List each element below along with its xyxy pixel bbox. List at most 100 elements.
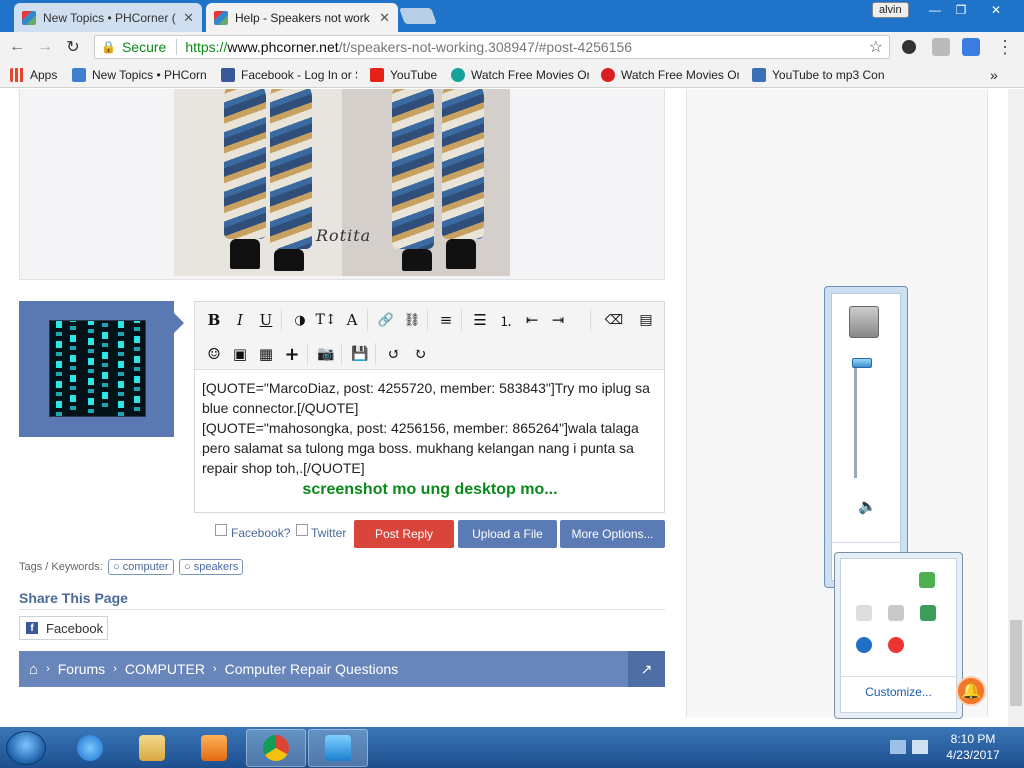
- font-size-button[interactable]: T↕: [314, 309, 338, 331]
- download-extension-icon[interactable]: [902, 40, 916, 54]
- profile-user-badge[interactable]: alvin: [872, 2, 909, 18]
- start-button[interactable]: [6, 731, 46, 765]
- eraser-icon[interactable]: ⌫: [602, 309, 626, 331]
- file-explorer-icon[interactable]: [122, 729, 182, 767]
- align-icon[interactable]: ≡: [434, 309, 458, 331]
- app-tray-icon[interactable]: [856, 637, 872, 653]
- bookmarks-overflow-button[interactable]: »: [990, 66, 1004, 84]
- link-icon[interactable]: 🔗: [374, 309, 398, 331]
- twitter-share-checkbox[interactable]: [296, 524, 308, 536]
- internet-explorer-icon[interactable]: [60, 729, 120, 767]
- notification-bell-icon[interactable]: 🔔: [956, 676, 986, 706]
- scrollbar-thumb[interactable]: [1010, 620, 1022, 706]
- media-player-icon[interactable]: [184, 729, 244, 767]
- update-tray-icon[interactable]: [888, 637, 904, 653]
- toolbar-divider: [375, 343, 376, 365]
- new-tab-button[interactable]: [399, 8, 437, 24]
- font-family-button[interactable]: A: [340, 309, 364, 331]
- facebook-icon: [221, 68, 235, 82]
- phcorner-favicon-icon: [72, 68, 86, 82]
- network-globe-icon[interactable]: [920, 605, 936, 621]
- avatar[interactable]: [49, 320, 146, 417]
- cube-extension-icon[interactable]: [932, 38, 950, 56]
- play-circle-icon: [451, 68, 465, 82]
- url-host: www.phcorner.net: [227, 39, 339, 55]
- breadcrumb: ⌂ › Forums › COMPUTER › Computer Repair …: [19, 651, 665, 687]
- bold-button[interactable]: B: [202, 309, 226, 331]
- tab-new-topics[interactable]: New Topics • PHCorner ( ✕: [14, 3, 202, 32]
- back-arrow-icon[interactable]: ←: [6, 36, 28, 58]
- bookmark-new-topics[interactable]: New Topics • PHCorn: [72, 66, 206, 84]
- numbered-list-icon[interactable]: ⒈: [494, 309, 518, 331]
- bookmark-watch-movies-1[interactable]: Watch Free Movies Or: [451, 66, 589, 84]
- tab-help-speakers[interactable]: Help - Speakers not work ✕: [206, 3, 398, 32]
- bookmark-youtube[interactable]: YouTube: [370, 66, 442, 84]
- bookmark-facebook[interactable]: Facebook - Log In or S: [221, 66, 357, 84]
- volume-slider-thumb[interactable]: [852, 358, 872, 368]
- forward-arrow-icon[interactable]: →: [34, 36, 56, 58]
- close-window-button[interactable]: ✕: [976, 0, 1016, 20]
- speaker-device-icon[interactable]: [849, 306, 879, 338]
- breadcrumb-forums[interactable]: Forums: [58, 661, 105, 677]
- bookmark-apps[interactable]: Apps: [10, 66, 64, 84]
- bookmark-watch-movies-2[interactable]: Watch Free Movies Or: [601, 66, 739, 84]
- home-icon[interactable]: ⌂: [29, 661, 38, 678]
- tags-label: Tags / Keywords:: [19, 561, 103, 573]
- reload-icon[interactable]: ↻: [62, 36, 84, 58]
- share-title: Share This Page: [19, 590, 128, 606]
- download-manager-icon[interactable]: [308, 729, 368, 767]
- tag-computer[interactable]: ○ computer: [108, 559, 174, 575]
- media-icon[interactable]: ▦: [254, 343, 278, 365]
- close-tab-icon[interactable]: ✕: [379, 10, 390, 26]
- attached-photo[interactable]: [174, 89, 510, 276]
- bookmark-label: YouTube to mp3 Con: [772, 68, 885, 82]
- address-bar[interactable]: 🔒 Secure https://www.phcorner.net/t/spea…: [94, 35, 890, 59]
- taskbar-clock[interactable]: 8:10 PM 4/23/2017: [930, 731, 1016, 763]
- more-options-button[interactable]: More Options...: [560, 520, 665, 548]
- breadcrumb-computer[interactable]: COMPUTER: [125, 661, 205, 677]
- post-reply-button[interactable]: Post Reply: [354, 520, 454, 548]
- facebook-share-checkbox[interactable]: [215, 524, 227, 536]
- bookmark-youtube-mp3[interactable]: YouTube to mp3 Con: [752, 66, 888, 84]
- source-mode-icon[interactable]: ▤: [634, 309, 658, 331]
- minimize-button[interactable]: —: [922, 0, 948, 20]
- chrome-taskbar-icon[interactable]: [246, 729, 306, 767]
- bookmark-star-icon[interactable]: ☆: [869, 37, 883, 57]
- customize-link[interactable]: Customize...: [840, 676, 957, 706]
- insert-plus-icon[interactable]: +: [280, 343, 304, 365]
- color-button[interactable]: ◑: [288, 309, 312, 331]
- jump-arrow-icon[interactable]: ↗: [628, 651, 665, 687]
- smiley-icon[interactable]: ☺: [202, 343, 226, 365]
- unlink-icon[interactable]: ⛓: [400, 309, 424, 331]
- indent-icon[interactable]: ⇥: [546, 309, 570, 331]
- save-draft-icon[interactable]: 💾: [348, 343, 372, 365]
- undo-icon[interactable]: ↺: [382, 343, 406, 365]
- url-path: /t/speakers-not-working.308947/#post-425…: [338, 39, 633, 55]
- usb-safe-remove-icon[interactable]: [919, 572, 935, 588]
- tag-label: speakers: [193, 561, 239, 573]
- show-hidden-icons-button[interactable]: [890, 740, 906, 754]
- editor-body[interactable]: [QUOTE="MarcoDiaz, post: 4255720, member…: [202, 378, 658, 500]
- upload-file-button[interactable]: Upload a File: [458, 520, 557, 548]
- redo-icon[interactable]: ↻: [408, 343, 432, 365]
- underline-button[interactable]: U: [254, 309, 278, 331]
- facebook-share-label: Facebook: [46, 620, 104, 636]
- facebook-share-button[interactable]: f Facebook: [19, 616, 108, 640]
- action-center-flag-icon[interactable]: [888, 605, 904, 621]
- breadcrumb-computer-repair[interactable]: Computer Repair Questions: [225, 661, 399, 677]
- italic-button[interactable]: I: [228, 309, 252, 331]
- restore-button[interactable]: ❐: [948, 0, 974, 20]
- network-icon[interactable]: [912, 740, 928, 754]
- youtube-icon: [370, 68, 384, 82]
- volume-slider-track[interactable]: [854, 364, 878, 478]
- menu-kebab-icon[interactable]: ⋮: [994, 36, 1016, 58]
- translate-extension-icon[interactable]: [962, 38, 980, 56]
- speaker-mute-icon[interactable]: 🔈: [858, 497, 877, 515]
- outdent-icon[interactable]: ⇤: [520, 309, 544, 331]
- image-icon[interactable]: ▣: [228, 343, 252, 365]
- tag-speakers[interactable]: ○ speakers: [179, 559, 244, 575]
- bullet-list-icon[interactable]: ☰: [468, 309, 492, 331]
- camera-icon[interactable]: 📷: [314, 343, 338, 365]
- close-tab-icon[interactable]: ✕: [183, 10, 194, 26]
- volume-tray-icon[interactable]: [856, 605, 872, 621]
